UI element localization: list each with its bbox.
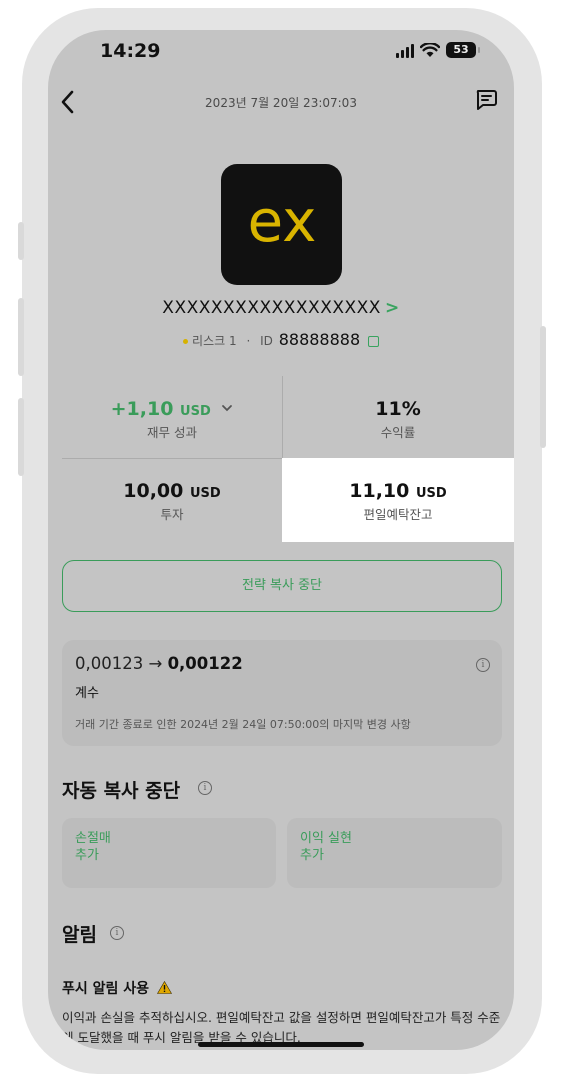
info-icon[interactable]: i [110,926,124,940]
info-icon[interactable]: i [476,658,490,672]
financial-result[interactable]: +1,10 USD 재무 성과 [62,398,282,441]
signal-icon [396,43,414,58]
equity-value: 11,10 [349,480,410,502]
take-profit-label: 이익 실현 [300,831,352,846]
grid-divider-horizontal [62,458,282,459]
coefficient-card: 0,00123 → 0,00122 i 계수 거래 기간 종료로 인한 2024… [62,640,502,746]
home-indicator [198,1042,364,1047]
investment-label: 투자 [160,507,184,522]
chat-icon[interactable] [474,88,498,112]
return-rate: 11% 수익률 [282,398,514,441]
stop-loss-label: 손절매 [75,831,111,846]
return-label: 수익률 [380,425,416,440]
separator: · [246,334,251,348]
volume-up-button [18,298,24,376]
risk-label: 리스크 1 [192,334,237,348]
status-icons: 53 [396,42,480,58]
arrow: → [148,654,163,673]
account-name: XXXXXXXXXXXXXXXXXX [162,298,381,318]
investment-unit: USD [190,486,221,501]
page-title: 2023년 7월 20일 23:07:03 [205,96,357,110]
financial-result-value: +1,10 [110,398,174,420]
financial-result-label: 재무 성과 [147,425,197,440]
strategy-logo: ex [221,164,342,285]
stop-loss-card[interactable]: 손절매 추가 [62,818,276,888]
return-value: 11% [375,398,421,420]
info-icon[interactable]: i [198,781,212,795]
coefficient-note: 거래 기간 종료로 인한 2024년 2월 24일 07:50:00의 마지막 … [75,718,411,731]
chevron-right-icon: > [384,298,400,318]
equity-unit: USD [416,486,447,501]
stop-copying-button[interactable]: 전략 복사 중단 [62,560,502,612]
account-id: 88888888 [278,330,361,349]
power-button [540,326,546,448]
warning-icon [156,981,172,994]
status-bar: 14:29 53 [48,30,514,76]
logo-mark: ex [247,195,316,255]
chevron-down-icon[interactable] [221,404,233,413]
take-profit-action: 추가 [300,848,324,863]
equity: 11,10 USD 편일예탁잔고 [282,480,514,523]
copy-icon[interactable] [367,336,379,347]
push-alerts-title-text: 푸시 알림 사용 [62,981,150,997]
coefficient-value: 0,00123 → 0,00122 [75,654,243,673]
coefficient-from: 0,00123 [75,654,144,673]
logo-text: ex [247,195,316,255]
auto-stop-title: 자동 복사 중단 [62,776,180,803]
equity-label: 편일예탁잔고 [363,507,433,522]
stop-loss-action: 추가 [75,848,99,863]
account-name-link[interactable]: XXXXXXXXXXXXXXXXXX > [48,298,514,318]
status-time: 14:29 [100,40,161,62]
app-screen: 14:29 53 2023년 7월 20일 23:07:03 ex XXXXXX… [48,30,514,1050]
risk-dot-icon [183,339,189,344]
financial-result-unit: USD [180,404,211,419]
coefficient-to: 0,00122 [167,654,243,673]
alerts-title: 알림 [62,920,97,947]
alerts-title-text: 알림 [62,924,97,946]
auto-stop-title-text: 자동 복사 중단 [62,780,181,802]
volume-down-button [18,398,24,476]
take-profit-card[interactable]: 이익 실현 추가 [287,818,502,888]
battery-icon: 53 [446,42,480,58]
push-alerts-title: 푸시 알림 사용 [62,978,172,998]
wifi-icon [420,42,440,57]
coefficient-label: 계수 [75,686,99,701]
mute-switch [18,222,24,260]
id-label: ID [260,334,273,348]
account-meta: 리스크 1 · ID 88888888 [48,330,514,349]
investment-value: 10,00 [123,480,184,502]
investment: 10,00 USD 투자 [62,480,282,523]
